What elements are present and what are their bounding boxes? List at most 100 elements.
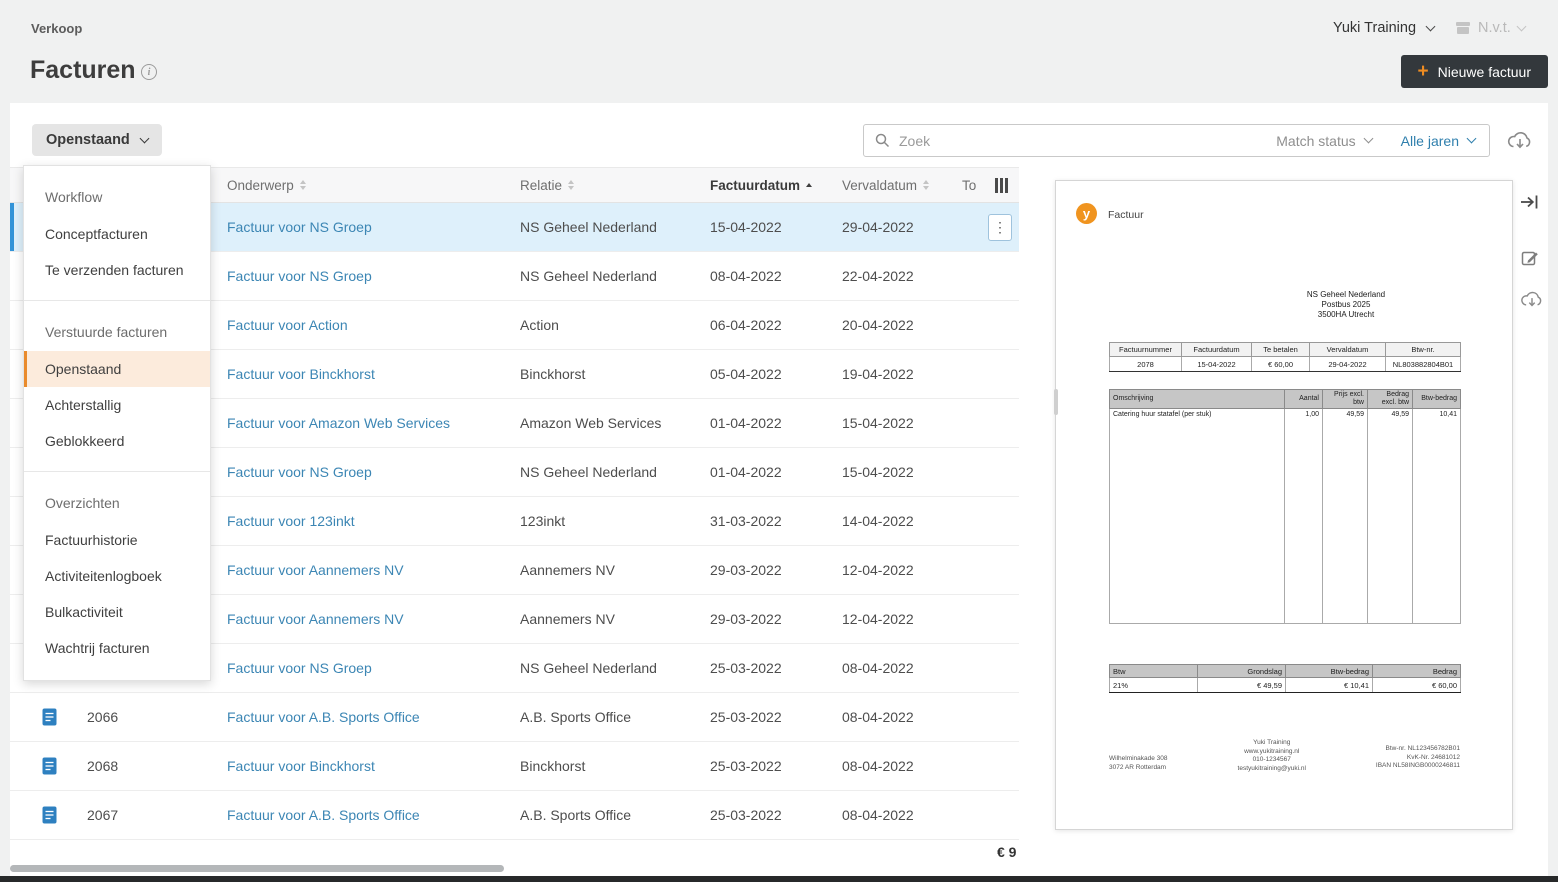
menu-item-achterstallig[interactable]: Achterstallig [24, 387, 210, 423]
table-row[interactable]: 2068 Factuur voor Binckhorst Binckhorst … [10, 742, 1019, 791]
totals-header: Grondslag [1197, 664, 1286, 678]
table-row[interactable]: 2067 Factuur voor A.B. Sports Office A.B… [10, 791, 1019, 840]
column-label: Relatie [520, 177, 563, 193]
invoice-due-date: 08-04-2022 [842, 660, 914, 676]
invoice-date: 15-04-2022 [710, 219, 782, 235]
administration-name: N.v.t. [1478, 20, 1511, 36]
menu-item-geblokkeerd[interactable]: Geblokkeerd [24, 423, 210, 459]
invoice-due-date: 08-04-2022 [842, 709, 914, 725]
info-header: Vervaldatum [1309, 342, 1386, 357]
invoice-subject-link[interactable]: Factuur voor Binckhorst [227, 366, 375, 382]
menu-section-workflow: Workflow [45, 189, 103, 205]
preview-resize-handle[interactable] [1054, 389, 1058, 415]
menu-item-bulkactiviteit[interactable]: Bulkactiviteit [24, 594, 210, 630]
invoice-due-date: 08-04-2022 [842, 807, 914, 823]
footer-address: Wilhelminakade 308 3072 AR Rotterdam [1109, 755, 1168, 773]
page-title: Facturen [30, 56, 136, 84]
invoice-due-date: 14-04-2022 [842, 513, 914, 529]
column-header-relatie[interactable]: Relatie [520, 168, 575, 202]
info-value: 29-04-2022 [1309, 356, 1386, 372]
column-header-totaal[interactable]: To [962, 168, 976, 202]
line-quantity: 1,00 [1284, 408, 1323, 420]
menu-section-verstuurde-facturen: Verstuurde facturen [45, 324, 168, 340]
match-status-dropdown[interactable]: Match status [1261, 133, 1386, 149]
invoice-relation: NS Geheel Nederland [520, 268, 657, 284]
administration-selector[interactable]: N.v.t. [1455, 20, 1527, 36]
invoice-subject-link[interactable]: Factuur voor NS Groep [227, 219, 372, 235]
recipient-city: 3500HA Utrecht [1317, 310, 1375, 319]
invoice-subject-link[interactable]: Factuur voor NS Groep [227, 268, 372, 284]
breadcrumb: Verkoop [31, 21, 83, 36]
column-chooser-icon[interactable] [995, 178, 1008, 193]
totals-header: Btw-bedrag [1285, 664, 1373, 678]
invoice-subject-link[interactable]: Factuur voor Aannemers NV [227, 562, 404, 578]
info-value: NL803882804B01 [1385, 356, 1461, 372]
download-icon[interactable] [1520, 290, 1544, 313]
lines-header: Omschrijving [1109, 389, 1285, 409]
export-download-icon[interactable] [1507, 130, 1533, 155]
chevron-down-icon [1516, 21, 1527, 31]
column-label: Factuurdatum [710, 177, 801, 193]
invoice-subject-link[interactable]: Factuur voor A.B. Sports Office [227, 807, 420, 823]
column-header-factuurdatum[interactable]: Factuurdatum [710, 168, 813, 202]
menu-item-openstaand[interactable]: Openstaand [24, 351, 210, 387]
open-invoice-icon[interactable] [1520, 194, 1541, 215]
yuki-logo: y [1076, 203, 1097, 224]
invoice-due-date: 08-04-2022 [842, 758, 914, 774]
invoice-info-table: Factuurnummer Factuurdatum Te betalen Ve… [1109, 342, 1461, 372]
invoice-due-date: 20-04-2022 [842, 317, 914, 333]
invoice-subject-link[interactable]: Factuur voor Aannemers NV [227, 611, 404, 627]
table-row[interactable]: 2066 Factuur voor A.B. Sports Office A.B… [10, 693, 1019, 742]
document-icon [42, 757, 57, 775]
menu-item-activiteitenlogboek[interactable]: Activiteitenlogboek [24, 558, 210, 594]
bottom-bar [0, 876, 1558, 882]
invoice-date: 25-03-2022 [710, 807, 782, 823]
edit-icon[interactable] [1521, 249, 1539, 272]
invoice-subject-link[interactable]: Factuur voor Amazon Web Services [227, 415, 450, 431]
column-header-onderwerp[interactable]: Onderwerp [227, 168, 306, 202]
invoice-subject-link[interactable]: Factuur voor Binckhorst [227, 758, 375, 774]
search-input[interactable] [890, 132, 1262, 149]
invoice-filter-button[interactable]: Openstaand [32, 124, 162, 156]
match-status-label: Match status [1276, 132, 1356, 149]
document-icon [42, 708, 57, 726]
invoice-due-date: 12-04-2022 [842, 611, 914, 627]
lines-header: Btw-bedrag [1412, 389, 1461, 409]
invoice-subject-link[interactable]: Factuur voor A.B. Sports Office [227, 709, 420, 725]
search-bar: Match status Alle jaren [863, 124, 1490, 157]
sort-icon [299, 180, 306, 190]
info-header: Factuurdatum [1181, 342, 1252, 357]
horizontal-scrollbar[interactable] [10, 865, 504, 872]
chevron-down-icon [139, 133, 150, 143]
table-total: € 9 [997, 844, 1017, 860]
totals-header: Btw [1109, 664, 1198, 678]
info-header: Te betalen [1251, 342, 1310, 357]
invoice-relation: Aannemers NV [520, 562, 615, 578]
row-actions-kebab-icon[interactable]: ⋮ [988, 214, 1012, 241]
invoice-relation: Action [520, 317, 559, 333]
invoice-subject-link[interactable]: Factuur voor NS Groep [227, 660, 372, 676]
menu-item-factuurhistorie[interactable]: Factuurhistorie [24, 522, 210, 558]
invoice-relation: NS Geheel Nederland [520, 219, 657, 235]
invoice-relation: A.B. Sports Office [520, 709, 632, 725]
year-filter-dropdown[interactable]: Alle jaren [1387, 133, 1489, 149]
invoice-subject-link[interactable]: Factuur voor NS Groep [227, 464, 372, 480]
menu-item-wachtrij-facturen[interactable]: Wachtrij facturen [24, 630, 210, 666]
column-header-vervaldatum[interactable]: Vervaldatum [842, 168, 930, 202]
company-selector[interactable]: Yuki Training [1333, 20, 1436, 36]
invoice-preview-panel: y Factuur NS Geheel Nederland Postbus 20… [1054, 180, 1513, 830]
column-label: Onderwerp [227, 177, 294, 193]
invoice-subject-link[interactable]: Factuur voor 123inkt [227, 513, 355, 529]
invoice-lines-table: Omschrijving Aantal Prijs excl. btw Bedr… [1109, 389, 1461, 624]
totals-value: € 49,59 [1197, 677, 1286, 693]
menu-item-te-verzenden-facturen[interactable]: Te verzenden facturen [24, 252, 210, 288]
invoice-subject-link[interactable]: Factuur voor Action [227, 317, 348, 333]
menu-item-conceptfacturen[interactable]: Conceptfacturen [24, 216, 210, 252]
invoice-date: 29-03-2022 [710, 562, 782, 578]
chevron-down-icon [1363, 133, 1374, 144]
invoice-date: 25-03-2022 [710, 758, 782, 774]
new-invoice-button[interactable]: + Nieuwe factuur [1400, 55, 1548, 88]
invoice-number: 2068 [87, 758, 119, 774]
info-icon[interactable]: i [141, 64, 157, 80]
invoice-date: 06-04-2022 [710, 317, 782, 333]
